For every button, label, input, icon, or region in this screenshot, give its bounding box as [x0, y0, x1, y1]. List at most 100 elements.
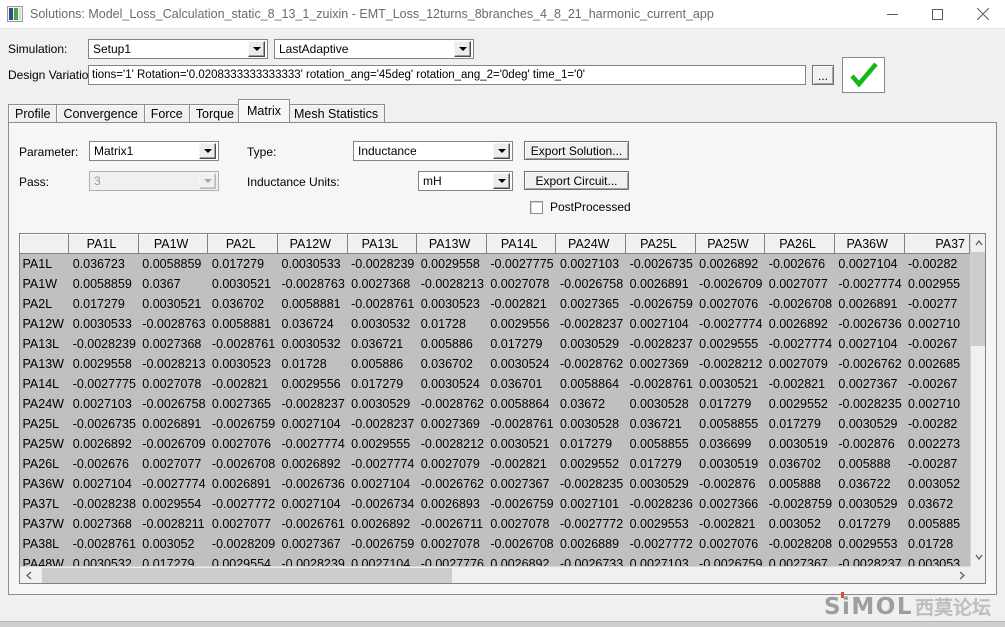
matrix-cell[interactable]: 0.0026892 — [695, 254, 765, 274]
matrix-cell[interactable]: -0.0027775 — [69, 374, 139, 394]
matrix-cell[interactable]: 0.017279 — [695, 394, 765, 414]
matrix-cell[interactable]: 0.0058864 — [556, 374, 626, 394]
matrix-cell[interactable]: 0.036699 — [695, 434, 765, 454]
matrix-cell[interactable]: 0.0027368 — [347, 274, 417, 294]
type-combobox[interactable]: Inductance — [353, 141, 513, 161]
table-row[interactable]: PA36W 0.0027104 -0.0027774 0.0026891 -0.0026… — [21, 474, 970, 494]
matrix-cell[interactable]: 0.0027369 — [417, 414, 487, 434]
matrix-cell[interactable]: 0.0027104 — [347, 554, 417, 567]
matrix-cell[interactable]: 0.0030529 — [347, 394, 417, 414]
matrix-cell[interactable]: 0.0027104 — [278, 494, 348, 514]
matrix-cell[interactable]: 0.0027104 — [347, 474, 417, 494]
matrix-cell[interactable]: -0.0026736 — [834, 314, 904, 334]
matrix-cell[interactable]: 0.0030523 — [208, 354, 278, 374]
setup-combobox[interactable]: Setup1 — [88, 39, 268, 59]
matrix-cell[interactable]: 0.03672 — [904, 494, 970, 514]
matrix-cell[interactable]: -0.0028762 — [417, 394, 487, 414]
matrix-column-header[interactable]: PA12W — [277, 234, 348, 254]
matrix-cell[interactable]: 0.0030528 — [626, 394, 696, 414]
matrix-cell[interactable]: 0.0030524 — [486, 354, 556, 374]
matrix-cell[interactable]: -0.002821 — [208, 374, 278, 394]
matrix-cell[interactable]: -0.0026711 — [417, 514, 487, 534]
matrix-cell[interactable]: -0.0027774 — [765, 334, 835, 354]
matrix-cell[interactable]: 0.0058881 — [208, 314, 278, 334]
table-row[interactable]: PA24W 0.0027103 -0.0026758 0.0027365 -0.0028… — [21, 394, 970, 414]
matrix-cell[interactable]: 0.036702 — [417, 354, 487, 374]
matrix-cell[interactable]: 0.0026892 — [347, 514, 417, 534]
matrix-cell[interactable]: -0.0028235 — [556, 474, 626, 494]
postprocessed-checkbox[interactable] — [530, 200, 543, 214]
matrix-cell[interactable]: 0.0027078 — [417, 534, 487, 554]
matrix-cell[interactable]: 0.036702 — [208, 294, 278, 314]
matrix-cell[interactable]: 0.0027077 — [208, 514, 278, 534]
matrix-cell[interactable]: 0.0026892 — [69, 434, 139, 454]
matrix-cell[interactable]: 0.0026892 — [486, 554, 556, 567]
scroll-up-button[interactable] — [971, 234, 985, 252]
chevron-down-icon[interactable] — [493, 143, 510, 159]
tab-force[interactable]: Force — [143, 104, 190, 122]
matrix-cell[interactable]: 0.0027368 — [69, 514, 139, 534]
matrix-cell[interactable]: 0.002710 — [904, 394, 970, 414]
matrix-cell[interactable]: -0.002676 — [69, 454, 139, 474]
matrix-cell[interactable]: 0.0027104 — [626, 314, 696, 334]
matrix-cell[interactable]: 0.0027104 — [834, 254, 904, 274]
matrix-cell[interactable]: -0.0026759 — [626, 294, 696, 314]
matrix-cell[interactable]: 0.0029554 — [138, 494, 208, 514]
matrix-cell[interactable]: 0.005886 — [417, 334, 487, 354]
matrix-cell[interactable]: -0.0028239 — [278, 554, 348, 567]
matrix-cell[interactable]: 0.017279 — [69, 294, 139, 314]
matrix-grid[interactable]: PA1L PA1W PA2L PA12W PA13L PA13W PA14L PA24W PA2… — [19, 233, 986, 584]
matrix-cell[interactable]: -0.0026734 — [347, 494, 417, 514]
matrix-cell[interactable]: 0.01728 — [417, 314, 487, 334]
matrix-cell[interactable]: 0.003052 — [904, 474, 970, 494]
matrix-cell[interactable]: 0.0030532 — [69, 554, 139, 567]
matrix-cell[interactable]: -0.002676 — [765, 254, 835, 274]
matrix-cell[interactable]: 0.0030532 — [278, 334, 348, 354]
matrix-cell[interactable]: -0.00267 — [904, 374, 970, 394]
matrix-column-header[interactable]: PA14L — [485, 234, 557, 254]
matrix-cell[interactable]: 0.0029555 — [347, 434, 417, 454]
matrix-cell[interactable]: 0.0027077 — [138, 454, 208, 474]
chevron-down-icon[interactable] — [493, 173, 510, 189]
matrix-cell[interactable]: -0.0028212 — [695, 354, 765, 374]
matrix-cell[interactable]: 0.0027367 — [765, 554, 835, 567]
matrix-cell[interactable]: 0.0029555 — [695, 334, 765, 354]
chevron-down-icon[interactable] — [454, 41, 471, 57]
matrix-cell[interactable]: -0.0027774 — [278, 434, 348, 454]
matrix-cell[interactable]: -0.0026708 — [208, 454, 278, 474]
matrix-cell[interactable]: 0.0027366 — [695, 494, 765, 514]
tab-profile[interactable]: Profile — [8, 104, 58, 122]
matrix-column-header[interactable]: PA1W — [137, 234, 209, 254]
tab-matrix[interactable]: Matrix — [237, 99, 291, 122]
matrix-cell[interactable]: -0.0026758 — [138, 394, 208, 414]
scroll-left-button[interactable] — [20, 567, 37, 583]
matrix-cell[interactable]: 0.0027079 — [417, 454, 487, 474]
matrix-cell[interactable]: -0.00277 — [904, 294, 970, 314]
matrix-cell[interactable]: 0.03672 — [556, 394, 626, 414]
matrix-cell[interactable]: -0.0027772 — [556, 514, 626, 534]
matrix-cell[interactable]: -0.0026709 — [138, 434, 208, 454]
matrix-cell[interactable]: -0.0028761 — [347, 294, 417, 314]
matrix-cell[interactable]: 0.003052 — [138, 534, 208, 554]
matrix-cell[interactable]: -0.0026759 — [695, 554, 765, 567]
matrix-cell[interactable]: 0.017279 — [347, 374, 417, 394]
design-variation-input[interactable]: tions='1' Rotation='0.0208333333333333' … — [88, 65, 806, 85]
matrix-cell[interactable]: 0.0027101 — [556, 494, 626, 514]
matrix-cell[interactable]: 0.0058859 — [69, 274, 139, 294]
matrix-cell[interactable]: -0.0027774 — [347, 454, 417, 474]
matrix-cell[interactable]: 0.005888 — [765, 474, 835, 494]
matrix-cell[interactable]: 0.0367 — [138, 274, 208, 294]
matrix-cell[interactable]: 0.0030521 — [695, 374, 765, 394]
maximize-button[interactable] — [915, 0, 960, 28]
matrix-column-header[interactable]: PA25W — [694, 234, 766, 254]
table-row[interactable]: PA25L -0.0026735 0.0026891 -0.0026759 0.0027… — [21, 414, 970, 434]
matrix-cell[interactable]: -0.0028213 — [138, 354, 208, 374]
table-row[interactable]: PA1L 0.036723 0.0058859 0.017279 0.0030533 -0… — [21, 254, 970, 274]
postprocessed-checkbox-row[interactable]: PostProcessed — [530, 200, 631, 214]
chevron-down-icon[interactable] — [199, 143, 216, 159]
matrix-cell[interactable]: 0.0027076 — [695, 294, 765, 314]
matrix-cell[interactable]: -0.0028762 — [556, 354, 626, 374]
matrix-cell[interactable]: 0.017279 — [486, 334, 556, 354]
units-combobox[interactable]: mH — [418, 171, 513, 191]
matrix-cell[interactable]: 0.0026889 — [556, 534, 626, 554]
